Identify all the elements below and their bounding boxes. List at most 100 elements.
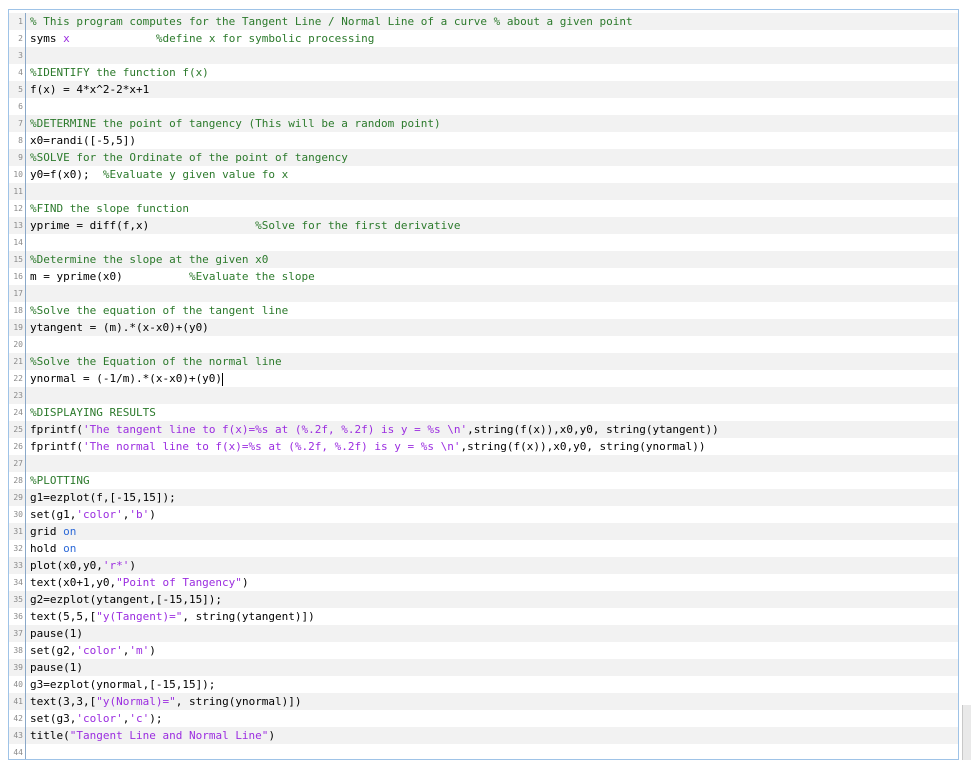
line-code[interactable]: ynormal = (-1/m).*(x-x0)+(y0) (30, 370, 224, 387)
line-code[interactable]: %IDENTIFY the function f(x) (30, 64, 209, 81)
line-number: 18 (9, 302, 26, 319)
code-line[interactable]: 13 yprime = diff(f,x) %Solve for the firs… (9, 217, 958, 234)
line-code[interactable]: m = yprime(x0) %Evaluate the slope (30, 268, 315, 285)
line-number: 12 (9, 200, 26, 217)
code-line[interactable]: 11 (9, 183, 958, 200)
line-number: 6 (9, 98, 26, 115)
code-line[interactable]: 42 set(g3,'color','c'); (9, 710, 958, 727)
code-line[interactable]: 28 %PLOTTING (9, 472, 958, 489)
line-code[interactable]: text(x0+1,y0,"Point of Tangency") (30, 574, 249, 591)
line-code[interactable]: grid on (30, 523, 76, 540)
code-line[interactable]: 34 text(x0+1,y0,"Point of Tangency") (9, 574, 958, 591)
code-line[interactable]: 35 g2=ezplot(ytangent,[-15,15]); (9, 591, 958, 608)
line-code[interactable]: y0=f(x0); %Evaluate y given value fo x (30, 166, 288, 183)
code-line[interactable]: 5 f(x) = 4*x^2-2*x+1 (9, 81, 958, 98)
code-line[interactable]: 38 set(g2,'color','m') (9, 642, 958, 659)
line-code[interactable]: %Solve the equation of the tangent line (30, 302, 288, 319)
line-code[interactable]: g1=ezplot(f,[-15,15]); (30, 489, 176, 506)
line-code[interactable]: %FIND the slope function (30, 200, 189, 217)
code-line[interactable]: 1 % This program computes for the Tangent… (9, 13, 958, 30)
code-editor[interactable]: 1 % This program computes for the Tangent… (8, 9, 959, 760)
line-code[interactable]: x0=randi([-5,5]) (30, 132, 136, 149)
code-token-plain: g1=ezplot(f,[-15,15]); (30, 491, 176, 504)
line-number: 26 (9, 438, 26, 455)
line-code[interactable]: g3=ezplot(ynormal,[-15,15]); (30, 676, 215, 693)
code-line[interactable]: 18 %Solve the equation of the tangent lin… (9, 302, 958, 319)
line-number: 3 (9, 47, 26, 64)
line-code[interactable]: text(3,3,["y(Normal)=", string(ynormal)]… (30, 693, 302, 710)
line-code[interactable]: f(x) = 4*x^2-2*x+1 (30, 81, 149, 98)
code-line[interactable]: 9 %SOLVE for the Ordinate of the point of… (9, 149, 958, 166)
code-line[interactable]: 22 ynormal = (-1/m).*(x-x0)+(y0) (9, 370, 958, 387)
line-code[interactable]: set(g3,'color','c'); (30, 710, 162, 727)
code-line[interactable]: 31 grid on (9, 523, 958, 540)
line-code[interactable]: %Determine the slope at the given x0 (30, 251, 268, 268)
code-token-plain: ynormal = (-1/m).*(x-x0)+(y0) (30, 372, 223, 385)
code-token-plain: g3=ezplot(ynormal,[-15,15]); (30, 678, 216, 691)
code-line[interactable]: 29 g1=ezplot(f,[-15,15]); (9, 489, 958, 506)
code-line[interactable]: 39 pause(1) (9, 659, 958, 676)
code-line[interactable]: 41 text(3,3,["y(Normal)=", string(ynormal… (9, 693, 958, 710)
code-line[interactable]: 43 title("Tangent Line and Normal Line") (9, 727, 958, 744)
line-code[interactable]: fprintf('The normal line to f(x)=%s at (… (30, 438, 706, 455)
line-code[interactable]: plot(x0,y0,'r*') (30, 557, 136, 574)
code-line[interactable]: 20 (9, 336, 958, 353)
code-line[interactable]: 21 %Solve the Equation of the normal line (9, 353, 958, 370)
line-code[interactable]: set(g2,'color','m') (30, 642, 156, 659)
code-token-plain: text(5,5,[ (30, 610, 97, 623)
line-code[interactable]: fprintf('The tangent line to f(x)=%s at … (30, 421, 719, 438)
code-line[interactable]: 23 (9, 387, 958, 404)
code-line[interactable]: 14 (9, 234, 958, 251)
line-code[interactable]: set(g1,'color','b') (30, 506, 156, 523)
line-code[interactable]: syms x %define x for symbolic processing (30, 30, 374, 47)
line-code[interactable]: hold on (30, 540, 76, 557)
code-line[interactable]: 32 hold on (9, 540, 958, 557)
code-line[interactable]: 2 syms x %define x for symbolic processin… (9, 30, 958, 47)
code-line[interactable]: 25 fprintf('The tangent line to f(x)=%s a… (9, 421, 958, 438)
code-line[interactable]: 24 %DISPLAYING RESULTS (9, 404, 958, 421)
code-line[interactable]: 37 pause(1) (9, 625, 958, 642)
line-code[interactable]: %PLOTTING (30, 472, 90, 489)
code-token-plain: fprintf( (30, 440, 83, 453)
code-line[interactable]: 12 %FIND the slope function (9, 200, 958, 217)
code-token-comment: % This program computes for the Tangent … (30, 15, 633, 28)
code-line[interactable]: 16 m = yprime(x0) %Evaluate the slope (9, 268, 958, 285)
line-code[interactable]: pause(1) (30, 625, 83, 642)
code-line[interactable]: 6 (9, 98, 958, 115)
code-token-plain: ,string(f(x)),x0,y0, string(ynormal)) (460, 440, 706, 453)
line-code[interactable]: %DISPLAYING RESULTS (30, 404, 156, 421)
code-line[interactable]: 3 (9, 47, 958, 64)
line-code[interactable]: text(5,5,["y(Tangent)=", string(ytangent… (30, 608, 315, 625)
code-token-plain: , string(ytangent)]) (182, 610, 315, 623)
code-line[interactable]: 8 x0=randi([-5,5]) (9, 132, 958, 149)
code-line[interactable]: 10 y0=f(x0); %Evaluate y given value fo x (9, 166, 958, 183)
line-code[interactable]: %DETERMINE the point of tangency (This w… (30, 115, 441, 132)
code-line[interactable]: 26 fprintf('The normal line to f(x)=%s at… (9, 438, 958, 455)
code-token-comment: %FIND the slope function (30, 202, 189, 215)
code-line[interactable]: 33 plot(x0,y0,'r*') (9, 557, 958, 574)
line-code[interactable]: %SOLVE for the Ordinate of the point of … (30, 149, 348, 166)
code-line[interactable]: 7 %DETERMINE the point of tangency (This … (9, 115, 958, 132)
line-code[interactable]: g2=ezplot(ytangent,[-15,15]); (30, 591, 222, 608)
line-code[interactable]: %Solve the Equation of the normal line (30, 353, 282, 370)
line-number: 17 (9, 285, 26, 302)
code-line[interactable]: 27 (9, 455, 958, 472)
code-line[interactable]: 17 (9, 285, 958, 302)
line-code[interactable]: title("Tangent Line and Normal Line") (30, 727, 275, 744)
code-token-plain: g2=ezplot(ytangent,[-15,15]); (30, 593, 223, 606)
line-code[interactable]: % This program computes for the Tangent … (30, 13, 633, 30)
code-token-plain: ) (149, 644, 156, 657)
text-cursor (222, 372, 224, 386)
code-line[interactable]: 40 g3=ezplot(ynormal,[-15,15]); (9, 676, 958, 693)
code-line[interactable]: 44 (9, 744, 958, 759)
line-code[interactable]: ytangent = (m).*(x-x0)+(y0) (30, 319, 209, 336)
code-line[interactable]: 30 set(g1,'color','b') (9, 506, 958, 523)
scrollbar[interactable] (962, 705, 971, 760)
code-line[interactable]: 36 text(5,5,["y(Tangent)=", string(ytange… (9, 608, 958, 625)
line-code[interactable]: pause(1) (30, 659, 83, 676)
code-line[interactable]: 15 %Determine the slope at the given x0 (9, 251, 958, 268)
line-code[interactable]: yprime = diff(f,x) %Solve for the first … (30, 217, 460, 234)
code-line[interactable]: 19 ytangent = (m).*(x-x0)+(y0) (9, 319, 958, 336)
code-line[interactable]: 4 %IDENTIFY the function f(x) (9, 64, 958, 81)
